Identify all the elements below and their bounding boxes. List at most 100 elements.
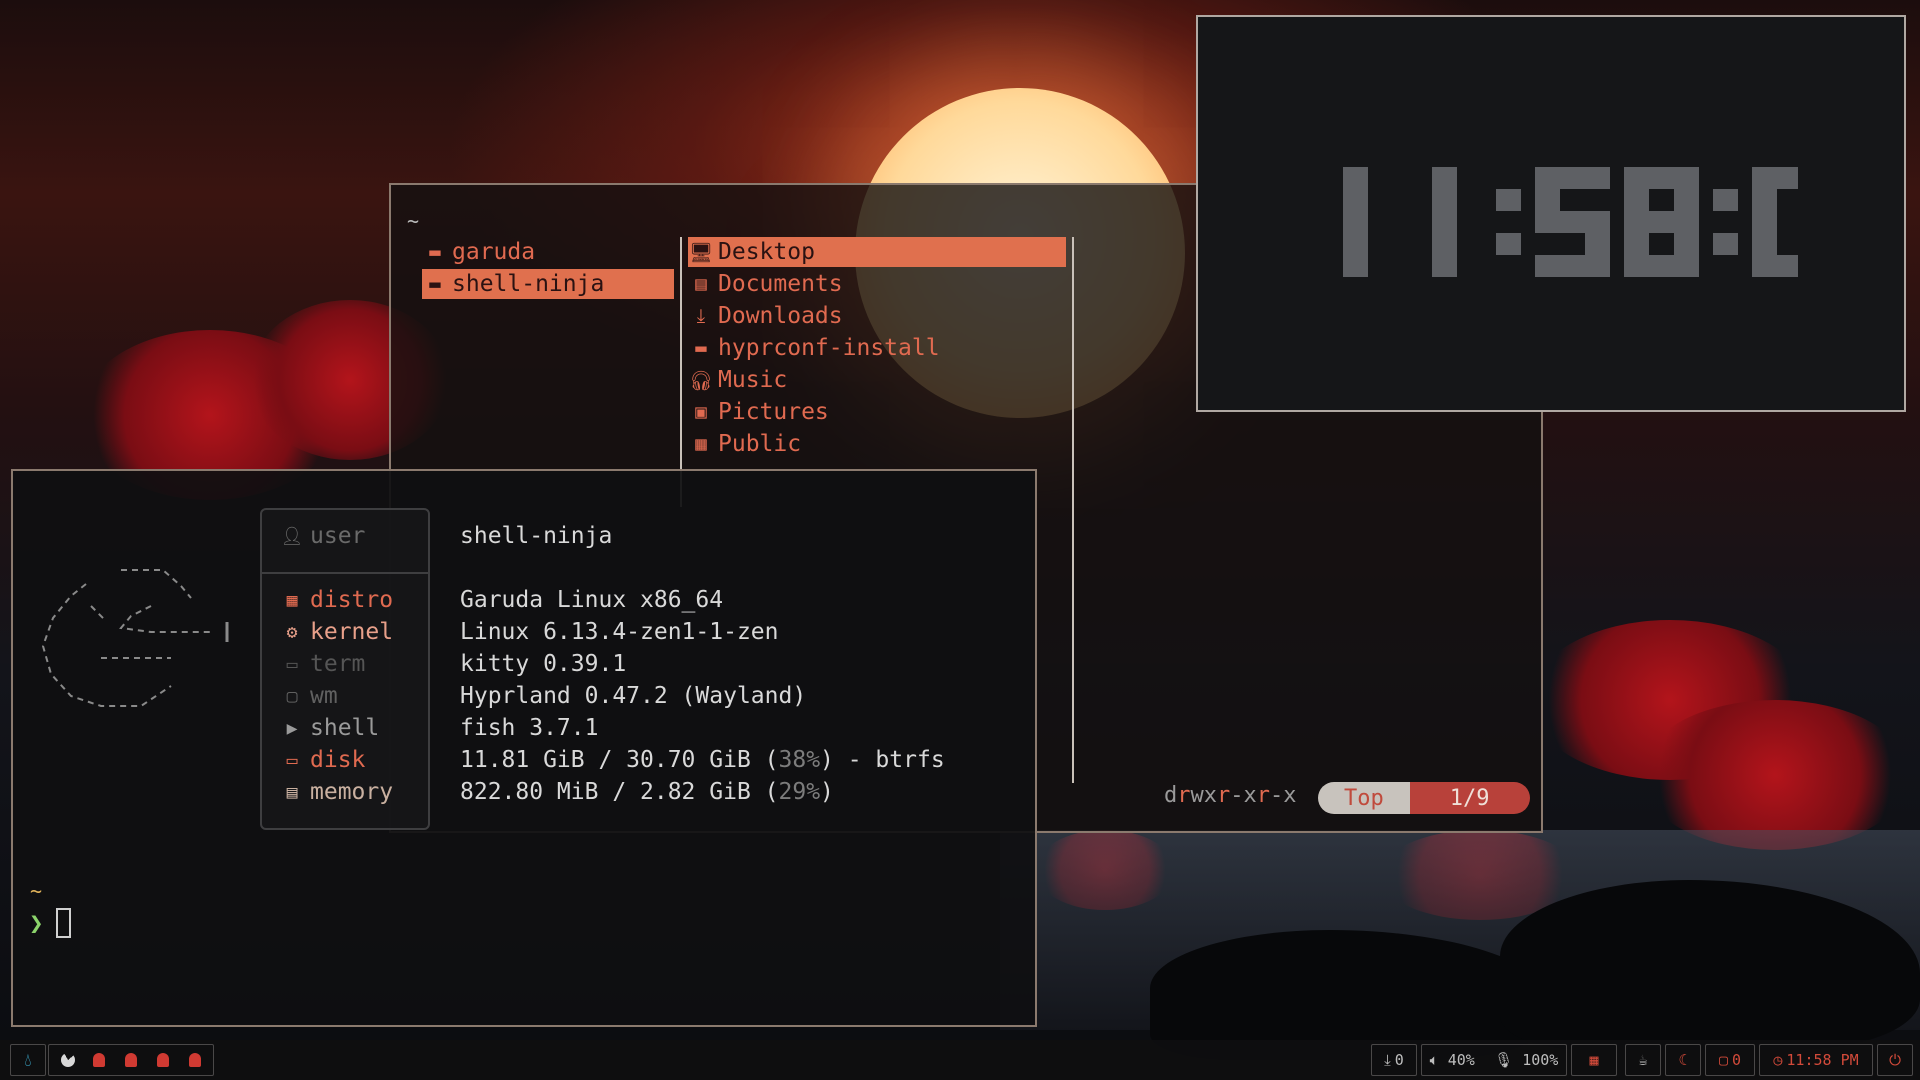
fetch-key-term: ▭ term bbox=[278, 651, 366, 677]
fetch-key-disk: ▭ disk bbox=[278, 747, 366, 773]
clipboard-button[interactable]: ▦ bbox=[1571, 1044, 1617, 1076]
theme-toggle-button[interactable]: ☾ bbox=[1665, 1044, 1701, 1076]
fetch-key-memory: ▤ memory bbox=[278, 779, 394, 805]
clock-digits bbox=[1343, 167, 1798, 277]
file-item[interactable]: 🎧︎ Music bbox=[688, 365, 1066, 395]
position-counter: 1/9 bbox=[1409, 782, 1530, 814]
file-item[interactable]: ▦ Public bbox=[688, 429, 1066, 459]
file-name: Pictures bbox=[718, 399, 829, 425]
audio-module[interactable]: 🔈︎ 40% 🎙︎ 100% bbox=[1421, 1044, 1567, 1076]
position-label: Top bbox=[1318, 782, 1410, 814]
tree-decoration bbox=[1640, 700, 1910, 850]
fetch-key-kernel: ⚙︎ kernel bbox=[278, 619, 394, 645]
column-divider bbox=[1072, 237, 1074, 783]
terminal-window[interactable]: 👤︎ user ▦ distro ⚙︎ kernel ▭ term ▢ wm ▶ shell ▭ disk… bbox=[11, 469, 1037, 1027]
shell-icon: ▶ bbox=[286, 717, 298, 739]
coffee-icon: ☕︎ bbox=[1638, 1051, 1648, 1069]
power-icon: ⏻ bbox=[1889, 1051, 1901, 1069]
fetch-key-distro: ▦ distro bbox=[278, 587, 394, 613]
folder-icon: ▬ bbox=[429, 241, 441, 263]
prompt-symbol: ❯ bbox=[29, 909, 44, 937]
file-name: Desktop bbox=[718, 239, 815, 265]
file-name: Public bbox=[718, 431, 802, 457]
column-divider bbox=[680, 237, 682, 507]
fetch-value-kernel: Linux 6.13.4-zen1-1-zen bbox=[460, 619, 779, 645]
file-item[interactable]: ▬ garuda bbox=[422, 237, 674, 267]
clock-module[interactable]: ◷ 11:58 PM bbox=[1759, 1044, 1873, 1076]
file-name: garuda bbox=[452, 239, 536, 265]
file-name: Documents bbox=[718, 271, 843, 297]
usage-tail: ) - btrfs bbox=[820, 747, 945, 773]
user-icon: 👤︎ bbox=[280, 525, 304, 547]
idle-inhibitor-button[interactable]: ☕︎ bbox=[1625, 1044, 1661, 1076]
fetch-key-label: user bbox=[310, 523, 366, 549]
fetch-key-label: wm bbox=[310, 683, 338, 709]
usage-percent: 29% bbox=[778, 779, 821, 805]
distro-icon: ▦ bbox=[286, 589, 298, 611]
usage-text: 822.80 MiB / 2.82 GiB ( bbox=[460, 779, 779, 805]
download-icon: ⤓ bbox=[1384, 1051, 1391, 1069]
downloads-icon: ⤓ bbox=[696, 305, 706, 327]
file-item[interactable]: 🖥︎ Desktop bbox=[688, 237, 1066, 267]
clock-icon: ◷ bbox=[1773, 1051, 1783, 1069]
updates-module[interactable]: ⤓ 0 bbox=[1371, 1044, 1417, 1076]
folder-icon: ▬ bbox=[695, 337, 707, 359]
workspaces bbox=[48, 1044, 214, 1076]
usage-percent: 38% bbox=[778, 747, 821, 773]
file-item[interactable]: ▬ shell-ninja bbox=[422, 269, 674, 299]
file-name: shell-ninja bbox=[452, 271, 605, 297]
workspace-ghost-icon[interactable] bbox=[157, 1053, 169, 1067]
volume-module[interactable]: 🔈︎ 40% bbox=[1430, 1051, 1475, 1069]
gear-icon: ⚙︎ bbox=[286, 621, 298, 643]
fetch-key-user: 👤︎ user bbox=[278, 523, 366, 549]
volume-value: 40% bbox=[1447, 1051, 1475, 1069]
updates-count: 0 bbox=[1394, 1051, 1404, 1069]
file-name: Music bbox=[718, 367, 788, 393]
mic-value: 100% bbox=[1522, 1051, 1559, 1069]
file-item[interactable]: ▣ Pictures bbox=[688, 397, 1066, 427]
workspace-ghost-icon[interactable] bbox=[189, 1053, 201, 1067]
fetch-value-user: shell-ninja bbox=[460, 523, 613, 549]
fetch-key-label: kernel bbox=[310, 619, 394, 645]
fetch-key-label: term bbox=[310, 651, 366, 677]
fetch-value-term: kitty 0.39.1 bbox=[460, 651, 627, 677]
mic-module[interactable]: 🎙︎ 100% bbox=[1494, 1051, 1558, 1069]
fetch-key-shell: ▶ shell bbox=[278, 715, 380, 741]
file-name: Downloads bbox=[718, 303, 843, 329]
power-button[interactable]: ⏻ bbox=[1877, 1044, 1913, 1076]
current-path: ~ bbox=[407, 209, 420, 233]
desktop-icon: 🖥︎ bbox=[688, 241, 714, 264]
droplet-icon: 💧︎ bbox=[24, 1049, 32, 1071]
headphones-icon: 🎧︎ bbox=[688, 369, 714, 392]
speaker-icon: 🔈︎ bbox=[1429, 1051, 1439, 1069]
memory-icon: ▤ bbox=[286, 781, 298, 803]
notifications-module[interactable]: ▢ 0 bbox=[1705, 1044, 1755, 1076]
ascii-logo bbox=[41, 569, 229, 707]
workspace-ghost-icon[interactable] bbox=[93, 1053, 105, 1067]
permissions-text: drwxr-xr-x bbox=[1164, 783, 1297, 808]
fetch-key-label: memory bbox=[310, 779, 394, 805]
usage-tail: ) bbox=[820, 779, 834, 805]
clipboard-icon: ▦ bbox=[1589, 1051, 1599, 1069]
usage-text: 11.81 GiB / 30.70 GiB ( bbox=[460, 747, 779, 773]
garuda-menu-button[interactable]: 💧︎ bbox=[10, 1044, 46, 1076]
fetch-key-label: shell bbox=[310, 715, 380, 741]
file-name: hyprconf-install bbox=[718, 335, 940, 361]
notifications-count: 0 bbox=[1732, 1051, 1742, 1069]
workspace-ghost-icon[interactable] bbox=[125, 1053, 137, 1067]
fetch-value-shell: fish 3.7.1 bbox=[460, 715, 599, 741]
microphone-icon: 🎙︎ bbox=[1494, 1051, 1514, 1069]
file-item[interactable]: ▬ hyprconf-install bbox=[688, 333, 1066, 363]
pictures-icon: ▣ bbox=[695, 401, 707, 423]
file-item[interactable]: ▤ Documents bbox=[688, 269, 1066, 299]
clock-window[interactable] bbox=[1196, 15, 1906, 412]
fetch-key-label: disk bbox=[310, 747, 366, 773]
file-item[interactable]: ⤓ Downloads bbox=[688, 301, 1066, 331]
terminal-cursor[interactable] bbox=[56, 908, 71, 938]
fetch-value-wm: Hyprland 0.47.2 (Wayland) bbox=[460, 683, 807, 709]
documents-icon: ▤ bbox=[695, 273, 707, 295]
folder-icon: ▬ bbox=[429, 273, 441, 295]
pacman-icon[interactable] bbox=[61, 1053, 75, 1067]
permissions-readout: drwxr-xr-x bbox=[1164, 783, 1297, 808]
position-indicator: Top 1/9 bbox=[1318, 782, 1530, 814]
